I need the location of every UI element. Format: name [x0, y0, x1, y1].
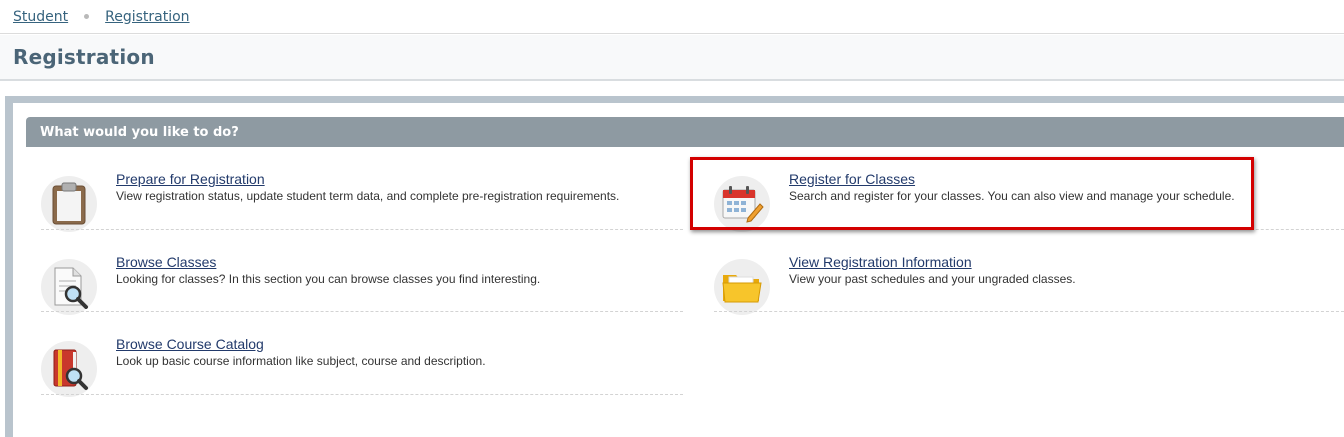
book-magnifier-icon[interactable]	[41, 341, 97, 397]
browse-classes-link[interactable]: Browse Classes	[116, 254, 216, 270]
document-magnifier-icon[interactable]	[41, 259, 97, 315]
page-title-bar: Registration	[0, 35, 1344, 81]
item-divider	[41, 229, 683, 230]
view-registration-information-description: View your past schedules and your ungrad…	[789, 272, 1076, 286]
breadcrumb-student-link[interactable]: Student	[13, 9, 68, 25]
breadcrumb: Student Registration	[0, 0, 1344, 34]
action-register-for-classes: Register for Classes Search and register…	[714, 171, 1344, 232]
action-browse-classes: Browse Classes Looking for classes? In t…	[41, 254, 683, 315]
browse-course-catalog-description: Look up basic course information like su…	[116, 354, 486, 368]
item-divider	[714, 311, 1344, 312]
breadcrumb-separator	[84, 14, 90, 19]
item-divider	[41, 311, 683, 312]
section-header: What would you like to do?	[26, 117, 1344, 147]
browse-course-catalog-link[interactable]: Browse Course Catalog	[116, 336, 264, 352]
item-divider	[714, 229, 1344, 230]
prepare-for-registration-link[interactable]: Prepare for Registration	[116, 171, 265, 187]
calendar-pencil-icon[interactable]	[714, 176, 770, 232]
action-browse-course-catalog: Browse Course Catalog Look up basic cour…	[41, 336, 683, 397]
action-prepare-for-registration: Prepare for Registration View registrati…	[41, 171, 683, 232]
page-title: Registration	[13, 45, 155, 69]
breadcrumb-registration-link[interactable]: Registration	[105, 9, 189, 25]
view-registration-information-link[interactable]: View Registration Information	[789, 254, 972, 270]
register-for-classes-link[interactable]: Register for Classes	[789, 171, 915, 187]
item-divider	[41, 394, 683, 395]
browse-classes-description: Looking for classes? In this section you…	[116, 272, 541, 286]
prepare-for-registration-description: View registration status, update student…	[116, 189, 620, 203]
register-for-classes-description: Search and register for your classes. Yo…	[789, 189, 1235, 203]
clipboard-icon[interactable]	[41, 176, 97, 232]
action-view-registration-information: View Registration Information View your …	[714, 254, 1344, 315]
folder-icon[interactable]	[714, 259, 770, 315]
